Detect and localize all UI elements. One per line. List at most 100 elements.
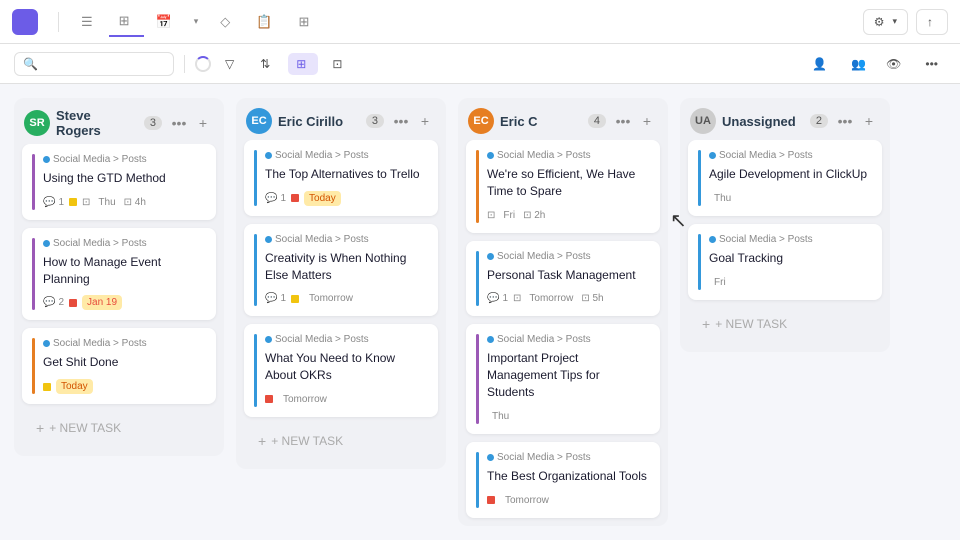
column-body: Social Media > PostsWe're so Efficient, … xyxy=(458,140,668,526)
card-title: Goal Tracking xyxy=(709,250,872,267)
breadcrumb-dot xyxy=(709,152,716,159)
date-badge: Tomorrow xyxy=(304,291,358,306)
breadcrumb-dot xyxy=(43,340,50,347)
task-card[interactable]: Social Media > PostsThe Top Alternatives… xyxy=(244,140,438,216)
task-card[interactable]: Social Media > Posts Creativity is When N… xyxy=(244,224,438,317)
task-card[interactable]: Social Media > PostsUsing the GTD Method… xyxy=(22,144,216,220)
me-button[interactable]: 👤 xyxy=(804,53,839,75)
clock-icon: ⊡ xyxy=(487,210,495,221)
column-body: Social Media > PostsAgile Development in… xyxy=(680,140,890,352)
filter-icon: ▽ xyxy=(225,57,234,71)
card-footer: Thu xyxy=(487,409,650,424)
group-button[interactable]: ⊞ xyxy=(288,53,318,75)
task-card[interactable]: Social Media > Posts Important Project Ma… xyxy=(466,324,660,433)
card-accent xyxy=(476,251,479,307)
card-accent xyxy=(254,150,257,206)
date-badge: Fri xyxy=(498,208,520,223)
card-footer: 💬1Tomorrow xyxy=(265,291,428,306)
column-more-button[interactable]: ••• xyxy=(168,112,190,134)
card-title: Important Project Management Tips for St… xyxy=(487,350,650,400)
task-card[interactable]: Social Media > PostsWe're so Efficient, … xyxy=(466,140,660,233)
comment-count: 1 xyxy=(58,197,64,208)
card-date: Tomorrow xyxy=(304,291,358,306)
tab-guide[interactable]: 📋 xyxy=(246,8,286,36)
column-more-button[interactable]: ••• xyxy=(612,110,634,132)
column-header-unassigned: UAUnassigned2•••+ xyxy=(680,98,890,140)
tab-view[interactable] xyxy=(325,16,345,28)
tab-list[interactable]: ☰ xyxy=(71,8,107,36)
new-task-button[interactable]: ++ NEW TASK xyxy=(26,412,212,444)
comment-count: 1 xyxy=(502,293,508,304)
card-title: Using the GTD Method xyxy=(43,170,206,187)
search-box[interactable]: 🔍 xyxy=(14,52,174,76)
tab-twitter[interactable]: ◇ xyxy=(210,8,244,36)
card-date: ⊡Thu⊡ 4h xyxy=(82,195,146,210)
avatar: SR xyxy=(24,110,50,136)
task-card[interactable]: Social Media > PostsThe Best Organizatio… xyxy=(466,442,660,518)
task-card[interactable]: Social Media > PostsGet Shit DoneToday xyxy=(22,328,216,404)
column-count: 3 xyxy=(366,114,384,128)
chevron-down-icon: ▾ xyxy=(194,16,199,27)
column-add-button[interactable]: + xyxy=(414,110,436,132)
breadcrumb-text: Social Media > Posts xyxy=(53,338,147,349)
card-breadcrumb: Social Media > Posts xyxy=(43,238,206,249)
breadcrumb-text: Social Media > Posts xyxy=(497,150,591,161)
show-button[interactable]: 👁 xyxy=(878,53,913,75)
date-badge: Thu xyxy=(487,409,514,424)
new-task-button[interactable]: ++ NEW TASK xyxy=(248,425,434,457)
sort-button[interactable]: ⇅ xyxy=(252,53,282,75)
task-card[interactable]: Social Media > PostsAgile Development in… xyxy=(688,140,882,216)
card-footer: ⊡Fri⊡ 2h xyxy=(487,208,650,223)
breadcrumb-dot xyxy=(487,253,494,260)
table-icon: ⊞ xyxy=(298,14,309,30)
card-accent xyxy=(254,334,257,407)
duration-label: ⊡ 5h xyxy=(581,293,603,304)
tab-board[interactable]: ⊞ xyxy=(109,7,144,37)
filter-button[interactable]: ▽ xyxy=(217,53,246,75)
automate-button[interactable]: ⚙ ▾ xyxy=(863,9,908,35)
share-button[interactable]: ↑ xyxy=(916,9,948,35)
card-title: Creativity is When Nothing Else Matters xyxy=(265,250,428,284)
column-add-button[interactable]: + xyxy=(192,112,214,134)
breadcrumb-dot xyxy=(43,156,50,163)
task-card[interactable]: Social Media > Posts Goal Tracking Fri xyxy=(688,224,882,300)
task-card[interactable]: Social Media > PostsWhat You Need to Kno… xyxy=(244,324,438,417)
breadcrumb-dot xyxy=(43,240,50,247)
avatar: EC xyxy=(246,108,272,134)
breadcrumb-text: Social Media > Posts xyxy=(719,234,813,245)
column-more-button[interactable]: ••• xyxy=(390,110,412,132)
plus-icon: + xyxy=(36,420,44,436)
date-badge: Thu xyxy=(709,191,736,206)
tab-table[interactable]: ⊞ xyxy=(288,8,323,36)
column-title: Eric Cirillo xyxy=(278,114,360,129)
new-task-button[interactable]: ++ NEW TASK xyxy=(692,308,878,340)
people-button[interactable]: 👥 xyxy=(843,53,874,75)
tab-schedule[interactable]: 📅 ▾ xyxy=(146,8,209,36)
toolbar-divider-1 xyxy=(184,55,185,73)
toolbar-right: 👤 👥 👁 ••• xyxy=(804,53,946,75)
column-more-button[interactable]: ••• xyxy=(834,110,856,132)
breadcrumb-dot xyxy=(487,336,494,343)
card-accent xyxy=(476,334,479,423)
card-footer: Fri xyxy=(709,275,872,290)
column-add-button[interactable]: + xyxy=(858,110,880,132)
card-footer: Today xyxy=(43,379,206,394)
breadcrumb-dot xyxy=(487,454,494,461)
avatar: UA xyxy=(690,108,716,134)
task-card[interactable]: Social Media > Posts How to Manage Event … xyxy=(22,228,216,321)
column-add-button[interactable]: + xyxy=(636,110,658,132)
column-count: 3 xyxy=(144,116,162,130)
breadcrumb-text: Social Media > Posts xyxy=(275,234,369,245)
task-card[interactable]: Social Media > PostsPersonal Task Manage… xyxy=(466,241,660,317)
card-breadcrumb: Social Media > Posts xyxy=(487,251,650,262)
card-title: How to Manage Event Planning xyxy=(43,254,206,288)
breadcrumb-dot xyxy=(487,152,494,159)
card-title: What You Need to Know About OKRs xyxy=(265,350,428,384)
share-icon: ↑ xyxy=(927,15,933,29)
more-button[interactable]: ••• xyxy=(917,53,946,75)
card-accent xyxy=(32,154,35,210)
breadcrumb-text: Social Media > Posts xyxy=(497,334,591,345)
subtasks-button[interactable]: ⊡ xyxy=(324,53,354,75)
schedule-icon: 📅 xyxy=(156,14,172,30)
card-date: Thu xyxy=(709,191,736,206)
